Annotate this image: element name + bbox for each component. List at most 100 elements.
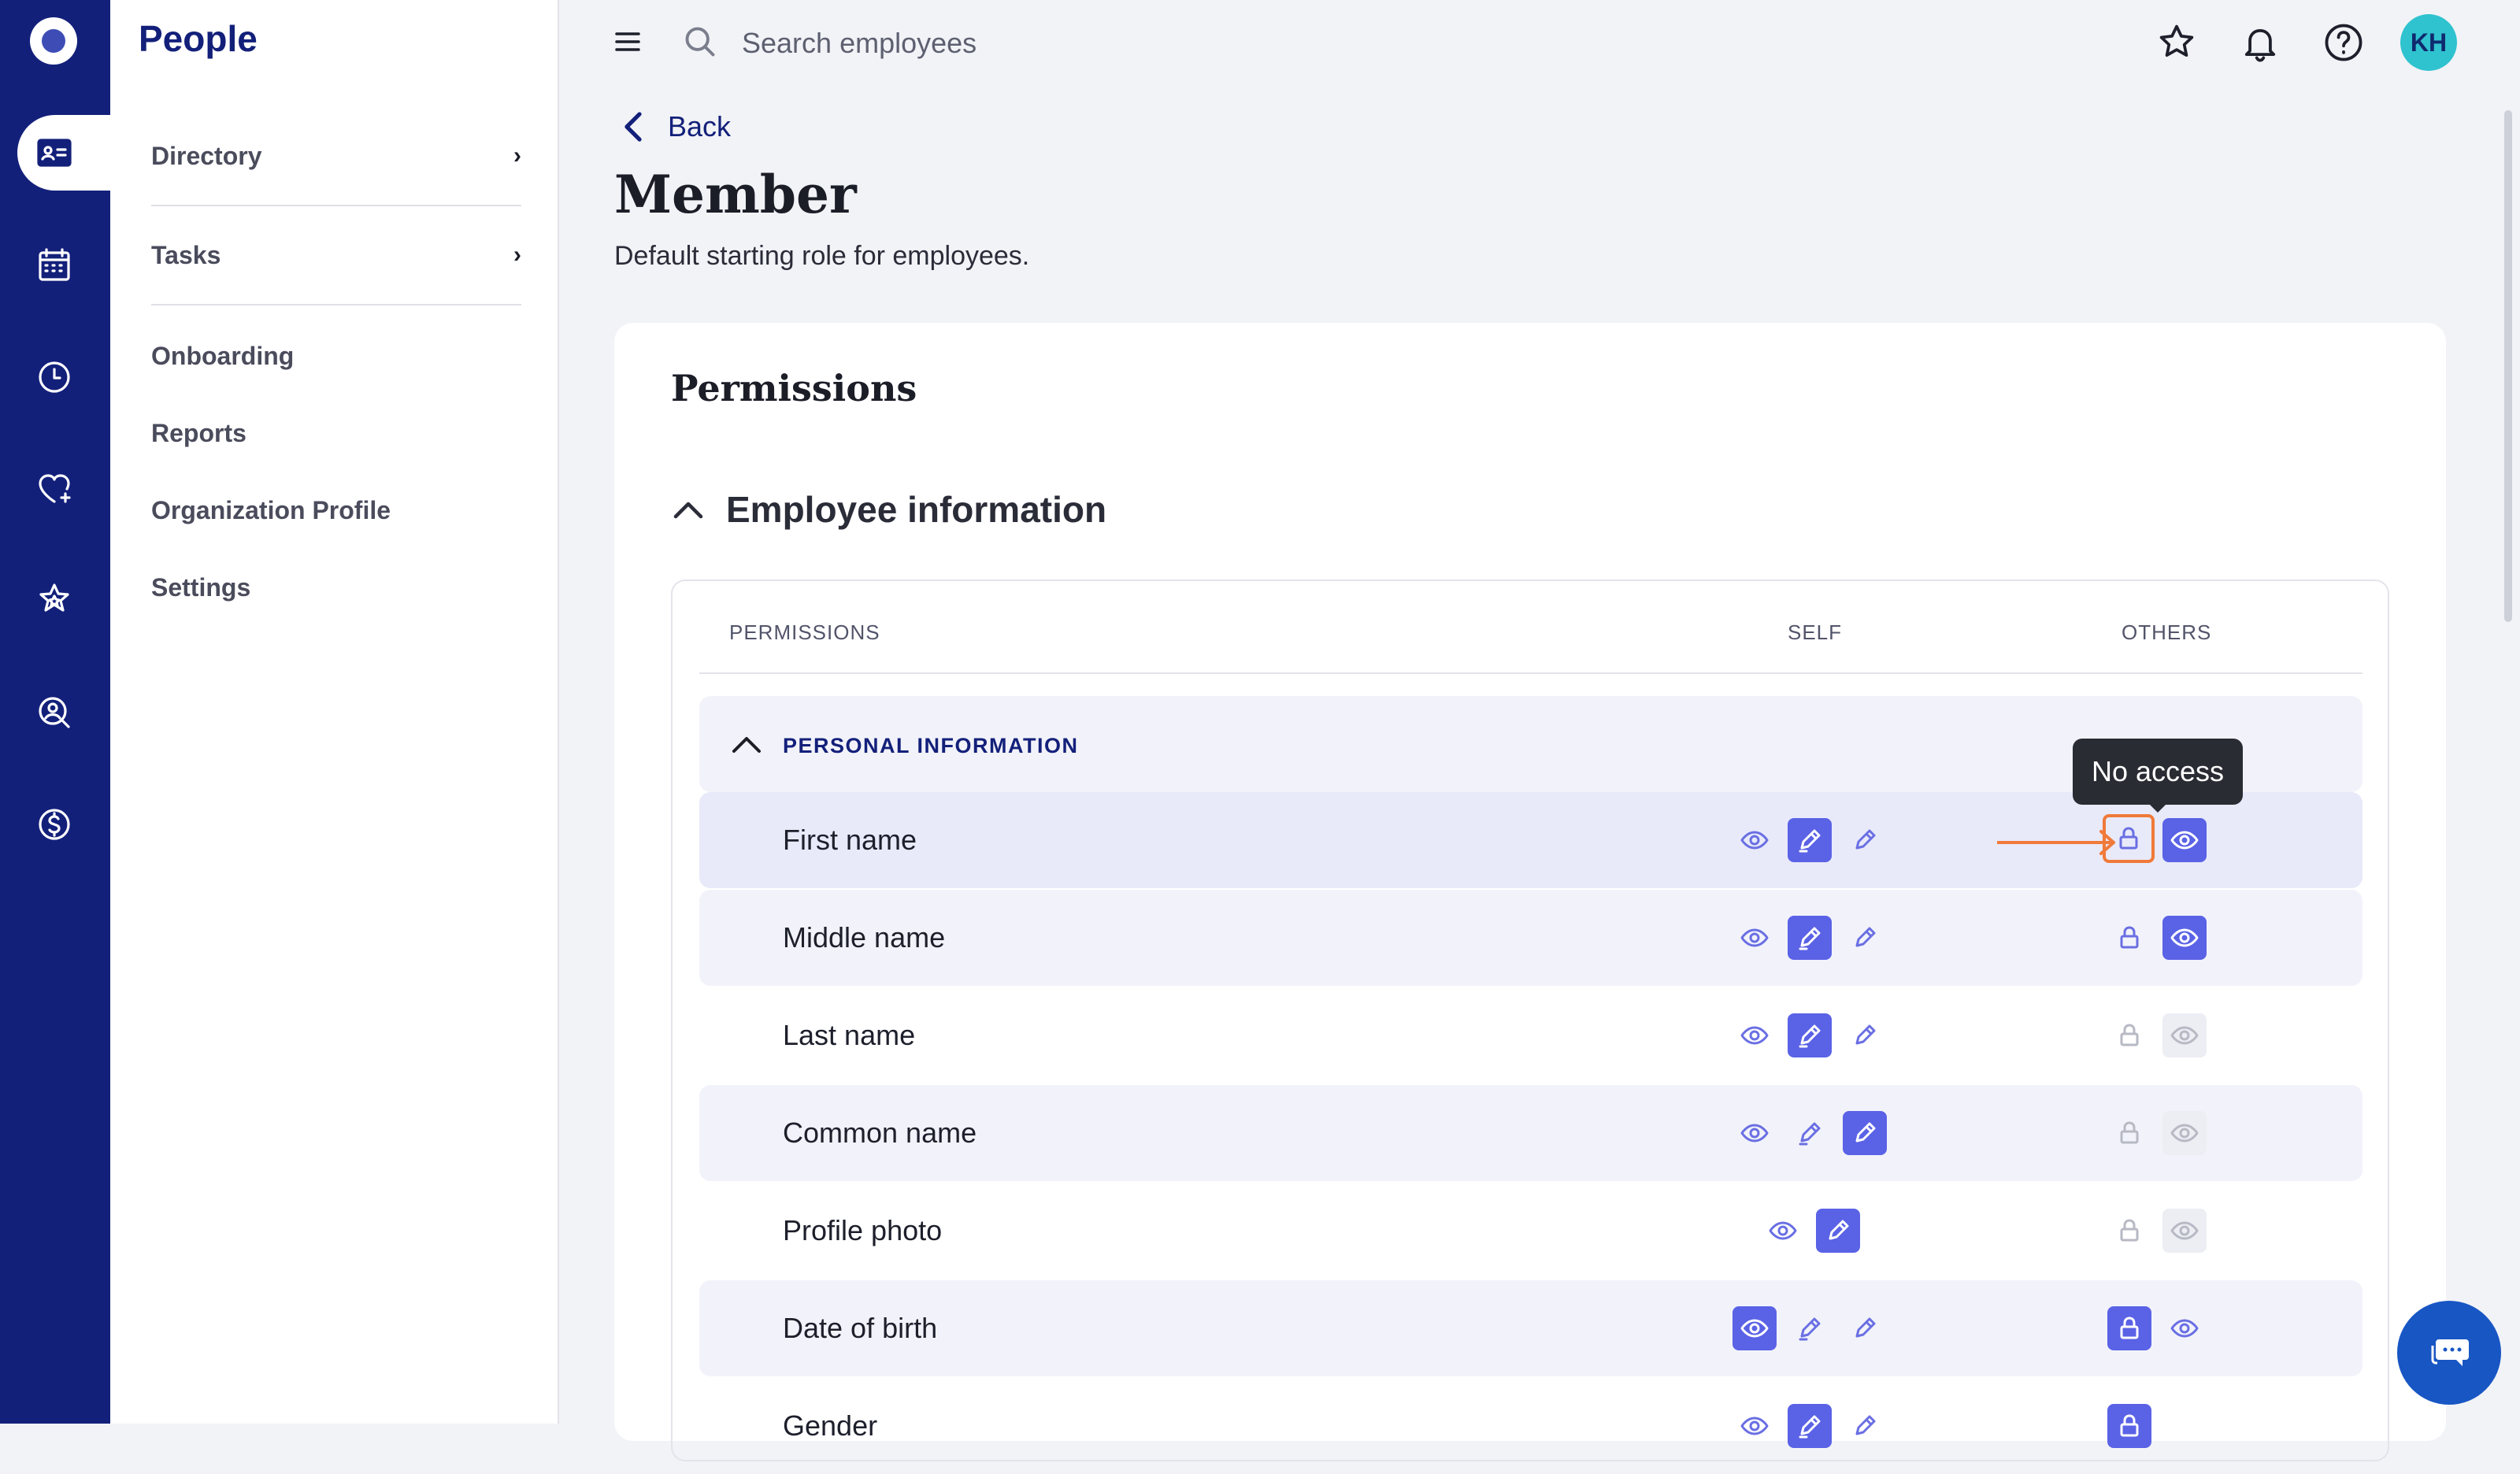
sidebar-item-settings[interactable]: Settings: [151, 562, 521, 613]
table-row: Date of birth: [699, 1280, 2362, 1376]
chevron-right-icon: ›: [513, 242, 521, 268]
annotation-arrow-icon: [1997, 830, 2115, 855]
self-view-icon[interactable]: [1732, 1404, 1777, 1448]
star-icon[interactable]: [30, 575, 79, 624]
self-view-icon[interactable]: [1732, 916, 1777, 960]
self-edit-icon[interactable]: [1788, 1306, 1832, 1350]
self-edit-icon[interactable]: [1788, 1404, 1832, 1448]
sidebar-item-label: Directory: [151, 141, 262, 170]
divider: [151, 304, 521, 306]
self-view-icon[interactable]: [1732, 818, 1777, 862]
others-view-icon[interactable]: [2162, 916, 2207, 960]
calendar-icon[interactable]: [30, 241, 79, 290]
self-view-icon[interactable]: [1732, 1013, 1777, 1057]
clock-icon[interactable]: [30, 353, 79, 402]
back-label: Back: [668, 110, 732, 143]
self-full-edit-icon[interactable]: [1816, 1209, 1860, 1253]
icon-rail: [0, 0, 118, 1424]
others-lock-icon[interactable]: [2107, 1209, 2151, 1253]
sidebar-item-directory[interactable]: Directory ›: [151, 131, 521, 181]
field-label: Profile photo: [783, 1214, 943, 1246]
table-row: Profile photo: [699, 1183, 2362, 1279]
search-icon: [680, 22, 720, 61]
chevron-right-icon: ›: [513, 143, 521, 169]
field-label: Middle name: [783, 921, 946, 954]
sidebar-item-tasks[interactable]: Tasks ›: [151, 230, 521, 280]
others-lock-icon[interactable]: [2107, 1111, 2151, 1155]
self-view-icon[interactable]: [1732, 1111, 1777, 1155]
back-link[interactable]: Back: [617, 109, 731, 145]
others-view-icon[interactable]: [2162, 1306, 2207, 1350]
chevron-up-icon: [673, 502, 703, 519]
field-label: Date of birth: [783, 1312, 938, 1344]
chevron-left-icon: [624, 112, 642, 142]
field-label: Common name: [783, 1117, 977, 1149]
self-edit-icon[interactable]: [1788, 916, 1832, 960]
app-title: People: [139, 18, 258, 59]
column-header-others: OTHERS: [2122, 620, 2212, 644]
sidebar-item-onboarding[interactable]: Onboarding: [151, 331, 521, 381]
column-header-permissions: PERMISSIONS: [729, 620, 880, 644]
section-title: Employee information: [726, 489, 1107, 530]
others-lock-icon[interactable]: [2107, 1013, 2151, 1057]
self-full-edit-icon[interactable]: [1843, 916, 1887, 960]
star-favorite-icon[interactable]: [2153, 19, 2200, 66]
field-label: Gender: [783, 1409, 878, 1442]
bell-icon[interactable]: [2236, 19, 2284, 66]
help-icon[interactable]: [2320, 19, 2367, 66]
app-logo[interactable]: [30, 17, 77, 65]
others-view-icon[interactable]: [2162, 1013, 2207, 1057]
divider: [151, 205, 521, 206]
section-toggle-employee-information[interactable]: Employee information: [671, 488, 1106, 531]
others-view-icon[interactable]: [2162, 818, 2207, 862]
directory-icon[interactable]: [30, 128, 79, 177]
others-view-icon[interactable]: [2162, 1111, 2207, 1155]
scrollbar[interactable]: [2504, 110, 2512, 622]
page-subtitle: Default starting role for employees.: [614, 241, 1030, 271]
chat-icon: [2431, 1339, 2469, 1366]
sidebar-item-organization-profile[interactable]: Organization Profile: [151, 485, 521, 535]
permissions-table: PERMISSIONS SELF OTHERS PERSONAL INFORMA…: [671, 580, 2389, 1461]
self-edit-icon[interactable]: [1788, 818, 1832, 862]
self-full-edit-icon[interactable]: [1843, 818, 1887, 862]
chat-button[interactable]: [2397, 1301, 2501, 1405]
table-row: Middle name: [699, 890, 2362, 986]
others-lock-icon[interactable]: [2107, 916, 2151, 960]
page-title: Member: [614, 164, 857, 225]
others-lock-icon[interactable]: [2107, 1404, 2151, 1448]
sidebar-item-reports[interactable]: Reports: [151, 408, 521, 458]
avatar[interactable]: KH: [2400, 14, 2457, 71]
others-lock-icon[interactable]: [2107, 1306, 2151, 1350]
field-label: First name: [783, 824, 917, 856]
self-view-icon[interactable]: [1761, 1209, 1805, 1253]
search-input[interactable]: [742, 24, 1214, 63]
header-divider: [699, 672, 2362, 674]
self-full-edit-icon[interactable]: [1843, 1306, 1887, 1350]
chevron-up-icon: [732, 737, 761, 753]
secondary-sidebar: People Directory › Tasks › Onboarding Re…: [110, 0, 559, 1424]
field-label: Last name: [783, 1019, 916, 1051]
self-full-edit-icon[interactable]: [1843, 1404, 1887, 1448]
dollar-icon[interactable]: [30, 800, 79, 849]
permissions-heading: Permissions: [671, 367, 917, 409]
heart-icon[interactable]: [30, 465, 79, 513]
self-full-edit-icon[interactable]: [1843, 1111, 1887, 1155]
tooltip-no-access: No access: [2073, 739, 2243, 813]
sidebar-item-label: Tasks: [151, 240, 221, 269]
group-title: PERSONAL INFORMATION: [783, 734, 1079, 757]
sidebar-item-label: Reports: [151, 418, 246, 447]
search-person-icon[interactable]: [30, 688, 79, 737]
sidebar-item-label: Onboarding: [151, 341, 295, 370]
others-view-icon[interactable]: [2162, 1209, 2207, 1253]
self-edit-icon[interactable]: [1788, 1111, 1832, 1155]
sidebar-item-label: Settings: [151, 572, 251, 602]
permissions-card: Permissions Employee information PERMISS…: [614, 323, 2446, 1461]
sidebar-item-label: Organization Profile: [151, 495, 391, 524]
table-row: Last name: [699, 987, 2362, 1083]
self-edit-icon[interactable]: [1788, 1013, 1832, 1057]
table-row: Common name: [699, 1085, 2362, 1181]
table-row: Gender: [699, 1378, 2362, 1474]
self-full-edit-icon[interactable]: [1843, 1013, 1887, 1057]
self-view-icon[interactable]: [1732, 1306, 1777, 1350]
menu-icon[interactable]: [608, 22, 647, 61]
